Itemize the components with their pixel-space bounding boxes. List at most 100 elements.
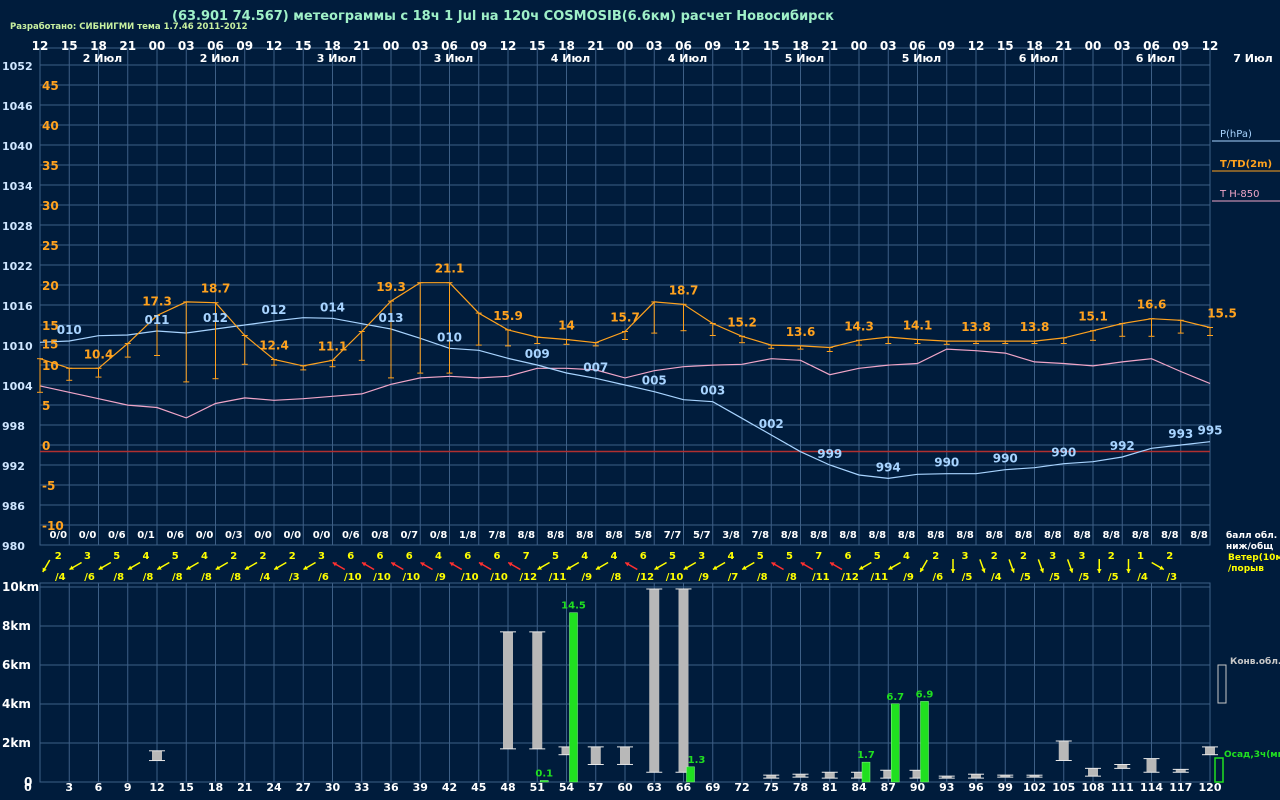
temperature-value-label: 15.9 xyxy=(493,309,523,323)
lead-hour-label: 66 xyxy=(676,781,692,794)
wind-gust-label: /8 xyxy=(611,572,622,583)
wind-gust-label: /4 xyxy=(991,572,1002,583)
pressure-tick: 1028 xyxy=(2,220,33,233)
temperature-value-label: 15.1 xyxy=(1078,310,1108,324)
temperature-value-label: 15.5 xyxy=(1207,307,1237,321)
wind-speed-label: 6 xyxy=(347,551,354,562)
lead-hour-label: 75 xyxy=(764,781,779,794)
hour-label: 15 xyxy=(997,39,1014,53)
hour-label: 18 xyxy=(558,39,575,53)
conv-cloud-column xyxy=(1058,741,1069,761)
wind-gust-label: /4 xyxy=(55,572,66,583)
hour-label: 09 xyxy=(236,39,253,53)
lead-hour-label: 36 xyxy=(383,781,399,794)
wind-speed-label: 5 xyxy=(113,551,120,562)
cloud-cover-label: 8/8 xyxy=(1132,530,1150,541)
lead-hour-label: 108 xyxy=(1082,781,1105,794)
lead-hour-label: 33 xyxy=(354,781,369,794)
hour-label: 21 xyxy=(353,39,370,53)
legend-conv: Конв.обл. xyxy=(1230,656,1280,667)
pressure-tick: 1052 xyxy=(2,60,33,73)
conv-cloud-column xyxy=(824,772,835,779)
temp-tick: 45 xyxy=(42,79,59,93)
wind-gust-label: /11 xyxy=(549,572,567,583)
hour-label: 00 xyxy=(1085,39,1102,53)
lead-hour-label: 114 xyxy=(1140,781,1163,794)
height-tick: 10km xyxy=(2,580,39,594)
hour-label: 15 xyxy=(763,39,780,53)
pressure-value-label: 009 xyxy=(525,347,550,361)
date-label: 4 Июл xyxy=(551,52,590,65)
conv-cloud-column xyxy=(1117,764,1128,769)
cloud-cover-label: 7/8 xyxy=(488,530,506,541)
wind-gust-label: /10 xyxy=(490,572,508,583)
pressure-tick: 980 xyxy=(2,540,25,553)
date-label: 3 Июл xyxy=(317,52,356,65)
precip-value-label: 1.7 xyxy=(857,750,875,761)
date-label: 6 Июл xyxy=(1136,52,1175,65)
hour-label: 03 xyxy=(880,39,897,53)
hour-label: 06 xyxy=(675,39,692,53)
wind-arrowhead xyxy=(1096,569,1102,573)
lead-hour-label: 3 xyxy=(65,781,73,794)
date-label: 6 Июл xyxy=(1019,52,1058,65)
hour-label: 09 xyxy=(704,39,721,53)
lead-hour-label: 72 xyxy=(734,781,749,794)
pressure-value-label: 005 xyxy=(642,374,667,388)
lead-hour-label: 24 xyxy=(266,781,282,794)
lead-hour-label: 27 xyxy=(296,781,311,794)
wind-gust-label: /4 xyxy=(260,572,271,583)
temperature-value-label: 19.3 xyxy=(376,280,406,294)
wind-speed-label: 5 xyxy=(874,551,881,562)
temp-tick: 5 xyxy=(42,399,50,413)
temp-tick: 10 xyxy=(42,359,59,373)
wind-gust-label: /8 xyxy=(230,572,241,583)
cloud-cover-label: 8/8 xyxy=(781,530,799,541)
cloud-cover-label: 8/8 xyxy=(810,530,828,541)
lead-hour-label: 60 xyxy=(617,781,633,794)
pressure-value-label: 999 xyxy=(817,447,842,461)
wind-speed-label: 6 xyxy=(406,551,413,562)
temp-tick: 25 xyxy=(42,239,59,253)
hour-label: 21 xyxy=(119,39,136,53)
credit-text: Разработано: СИБНИГМИ тема 1.7.46 2011-2… xyxy=(10,21,248,32)
chart-labels: (63.901 74.567) метеограммы с 18ч 1 Jul … xyxy=(2,9,1280,794)
pressure-tick: 992 xyxy=(2,460,25,473)
pressure-value-label: 011 xyxy=(144,313,169,327)
temperature-value-label: 10.4 xyxy=(84,347,114,361)
wind-gust-label: /8 xyxy=(757,572,768,583)
wind-gust-label: /8 xyxy=(201,572,212,583)
wind-gust-label: /4 xyxy=(1137,572,1148,583)
hour-label: 12 xyxy=(32,39,49,53)
wind-arrowhead xyxy=(950,569,956,573)
wind-gust-label: /9 xyxy=(581,572,592,583)
temperature-value-label: 18.7 xyxy=(669,283,699,297)
pressure-tick: 1010 xyxy=(2,340,33,353)
date-label: 2 Июл xyxy=(200,52,239,65)
hour-label: 12 xyxy=(500,39,517,53)
wind-speed-label: 2 xyxy=(230,551,237,562)
chart-marks xyxy=(37,282,1218,783)
wind-gust-label: /10 xyxy=(344,572,362,583)
precip-value-label: 14.5 xyxy=(561,601,586,612)
wind-speed-label: 4 xyxy=(143,551,150,562)
temperature-value-label: 21.1 xyxy=(435,262,465,276)
hour-label: 00 xyxy=(383,39,400,53)
wind-speed-label: 5 xyxy=(669,551,676,562)
date-label: 3 Июл xyxy=(434,52,473,65)
wind-gust-label: /6 xyxy=(932,572,943,583)
pressure-value-label: 990 xyxy=(993,452,1018,466)
hour-label: 00 xyxy=(149,39,166,53)
temperature-value-label: 11.1 xyxy=(318,339,348,353)
wind-gust-label: /5 xyxy=(962,572,973,583)
conv-cloud-column xyxy=(1205,746,1215,755)
cloud-cover-label: 5/8 xyxy=(634,530,652,541)
lead-hour-label: 105 xyxy=(1052,781,1075,794)
lead-hour-label: 63 xyxy=(647,781,662,794)
wind-speed-label: 6 xyxy=(845,551,852,562)
cloud-cover-label: 3/8 xyxy=(722,530,740,541)
cloud-cover-label: 5/7 xyxy=(693,530,711,541)
pressure-value-label: 995 xyxy=(1197,424,1222,438)
lead-hour-label: 81 xyxy=(822,781,837,794)
wind-speed-label: 2 xyxy=(1020,551,1027,562)
